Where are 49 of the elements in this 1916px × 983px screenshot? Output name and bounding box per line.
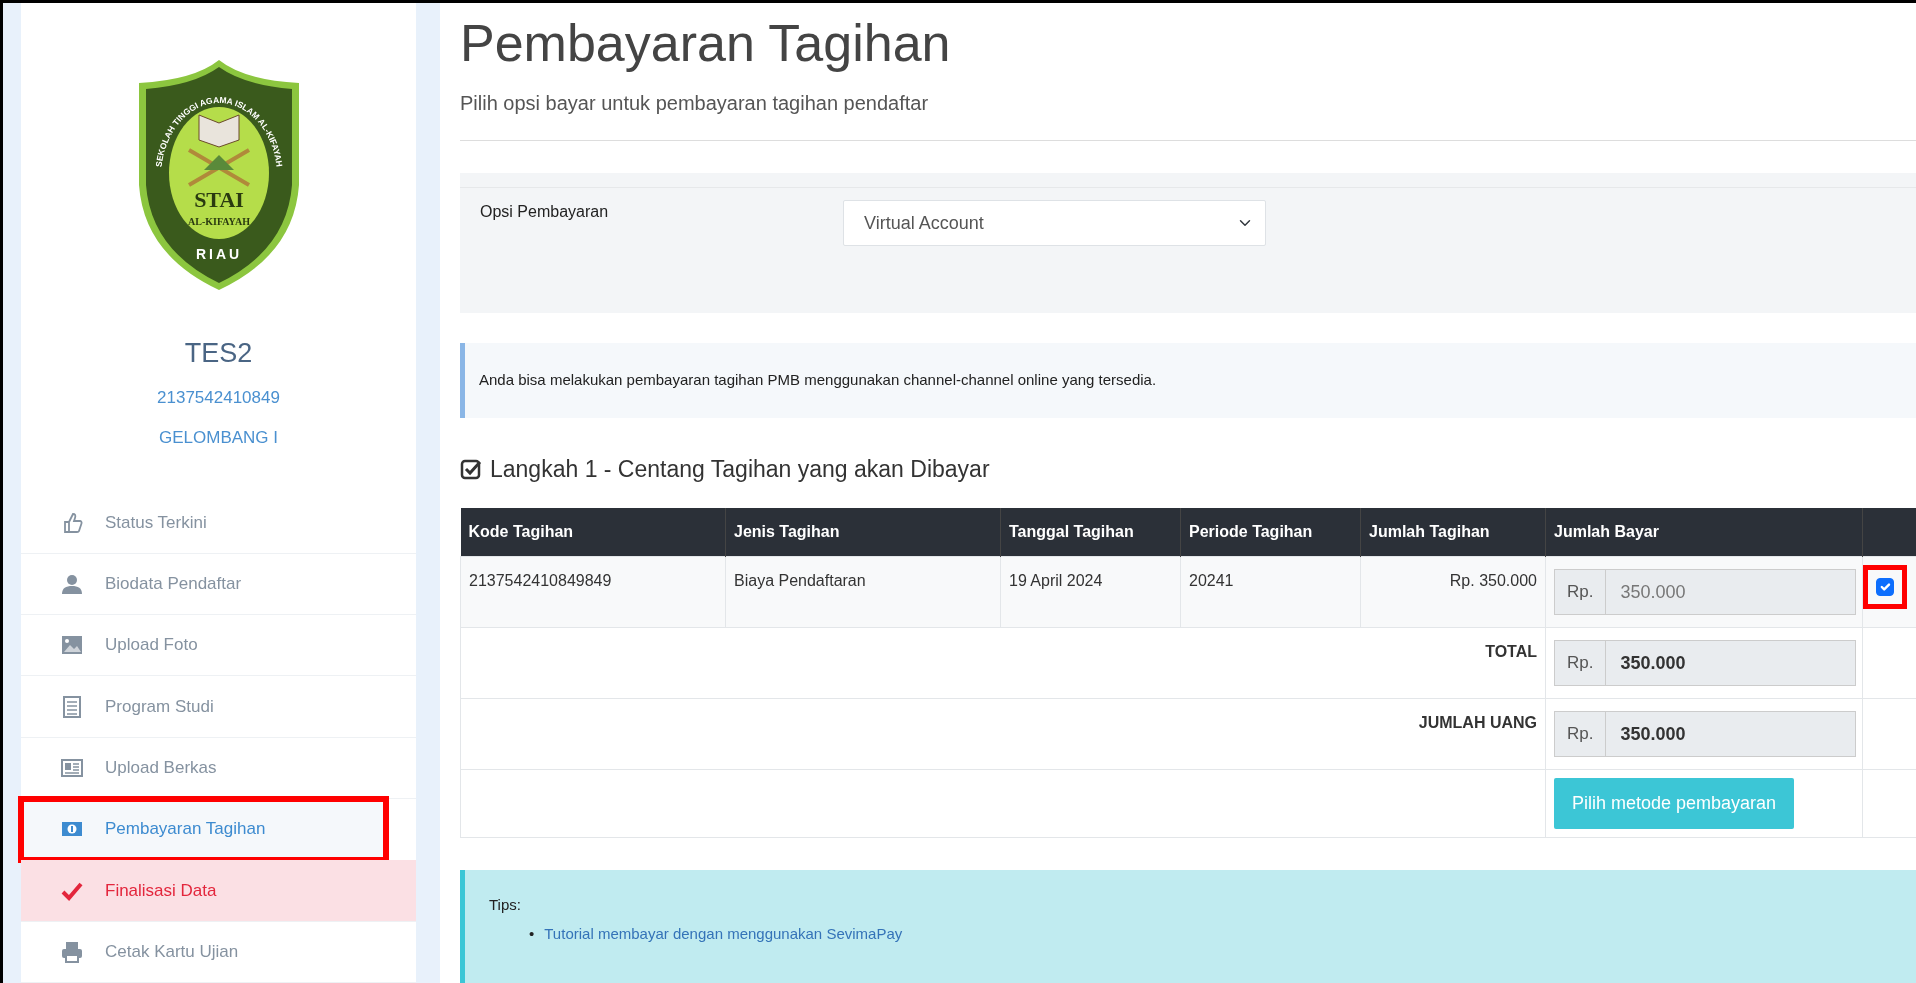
row-checkbox[interactable]	[1876, 578, 1894, 597]
thumbs-up-icon	[61, 511, 83, 534]
column-header: Jumlah Bayar	[1545, 508, 1863, 557]
emblem-text: STAI	[193, 186, 244, 212]
column-header: Tanggal Tagihan	[1000, 508, 1181, 557]
emblem-text: AL-KIFAYAH	[187, 215, 250, 227]
sidebar-item[interactable]: Pembayaran Tagihan	[21, 799, 386, 861]
list-icon	[61, 695, 83, 718]
payment-option-select[interactable]: Virtual Account	[843, 200, 1266, 247]
section-heading: Langkah 1 - Centang Tagihan yang akan Dibayar	[490, 454, 990, 484]
info-message: Anda bisa melakukan pembayaran tagihan PMB menggunakan channel-channel online yang tersedia.	[460, 343, 1916, 418]
column-header: Periode Tagihan	[1180, 508, 1361, 557]
user-icon	[61, 572, 83, 595]
sidebar-item[interactable]: Biodata Pendaftar	[21, 553, 416, 616]
column-header: Kode Tagihan	[460, 508, 726, 557]
checked-square-icon	[460, 457, 482, 480]
tutorial-link[interactable]: Tutorial membayar dengan menggunakan SevimaPay	[544, 922, 903, 946]
table-cell: 20241	[1180, 556, 1361, 628]
table-cell: 2137542410849849	[460, 556, 726, 628]
list-bullet: •	[529, 923, 535, 944]
summary-label: TOTAL	[460, 627, 1546, 699]
tips-title: Tips:	[489, 895, 522, 916]
currency-prefix: Rp.	[1554, 640, 1607, 687]
amount-field[interactable]: 350.000	[1606, 640, 1856, 687]
sidebar-item[interactable]: Upload Foto	[21, 615, 416, 677]
amount-field[interactable]: 350.000	[1606, 569, 1856, 616]
choose-payment-method-button[interactable]: Pilih metode pembayaran	[1554, 778, 1795, 830]
registration-number: 2137542410849	[157, 387, 280, 410]
id-card-icon	[61, 756, 83, 779]
table-cell: 19 April 2024	[1000, 556, 1181, 628]
emblem-text: RIAU	[195, 245, 242, 262]
summary-label: JUMLAH UANG	[460, 698, 1546, 770]
table-cell: Biaya Pendaftaran	[725, 556, 1001, 628]
amount-field[interactable]: 350.000	[1606, 711, 1856, 758]
column-header: Jumlah Tagihan	[1360, 508, 1546, 557]
registration-wave: GELOMBANG I	[159, 426, 278, 449]
column-header: Jenis Tagihan	[725, 508, 1001, 557]
sidebar-item[interactable]: Finalisasi Data	[21, 860, 416, 922]
image-icon	[61, 634, 83, 657]
table-cell: Rp. 350.000	[1360, 556, 1546, 628]
printer-icon	[61, 940, 83, 963]
field-label: Opsi Pembayaran	[479, 202, 610, 223]
sidebar-item[interactable]: Program Studi	[21, 676, 416, 738]
currency-prefix: Rp.	[1554, 569, 1607, 616]
sidebar-item[interactable]: Cetak Kartu Ujian	[21, 921, 416, 983]
page-title: Pembayaran Tagihan	[460, 15, 952, 73]
student-name: TES2	[184, 336, 253, 370]
page-subtitle: Pilih opsi bayar untuk pembayaran tagihan pendaftar	[460, 88, 1916, 142]
currency-prefix: Rp.	[1554, 711, 1607, 758]
